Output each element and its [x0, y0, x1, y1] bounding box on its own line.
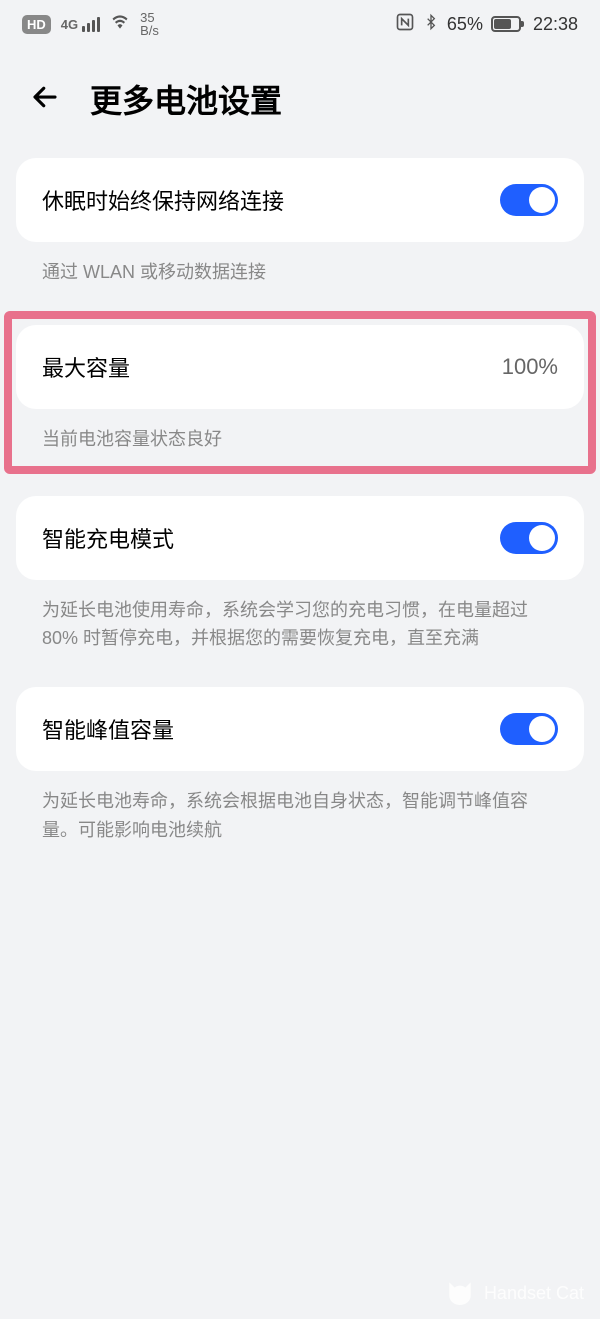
network-speed: 35 B/s: [140, 11, 159, 37]
cat-icon: [444, 1277, 476, 1309]
watermark: Handset Cat: [444, 1277, 584, 1309]
clock: 22:38: [533, 14, 578, 35]
status-right: 65% 22:38: [395, 12, 578, 37]
status-left: HD 4G 35 B/s: [22, 11, 159, 37]
wifi-icon: [110, 12, 130, 37]
smart-charge-row[interactable]: 智能充电模式: [16, 496, 584, 580]
smart-charge-label: 智能充电模式: [42, 522, 174, 554]
max-capacity-label: 最大容量: [42, 351, 130, 383]
battery-percentage: 65%: [447, 14, 483, 35]
max-capacity-row[interactable]: 最大容量 100%: [16, 325, 584, 409]
status-bar: HD 4G 35 B/s 65% 22:38: [0, 0, 600, 48]
sleep-network-desc: 通过 WLAN 或移动数据连接: [16, 242, 584, 311]
watermark-text: Handset Cat: [484, 1283, 584, 1304]
smart-peak-row[interactable]: 智能峰值容量: [16, 687, 584, 771]
sleep-network-toggle[interactable]: [500, 184, 558, 216]
hd-badge: HD: [22, 15, 51, 34]
smart-peak-label: 智能峰值容量: [42, 713, 174, 745]
smart-charge-toggle[interactable]: [500, 522, 558, 554]
page-title: 更多电池设置: [90, 76, 282, 122]
sleep-network-row[interactable]: 休眠时始终保持网络连接: [16, 158, 584, 242]
signal-icon: 4G: [61, 17, 100, 32]
max-capacity-desc: 当前电池容量状态良好: [16, 409, 584, 462]
max-capacity-value: 100%: [502, 354, 558, 380]
smart-charge-desc: 为延长电池使用寿命，系统会学习您的充电习惯，在电量超过 80% 时暂停充电，并根…: [16, 580, 584, 678]
smart-peak-desc: 为延长电池寿命，系统会根据电池自身状态，智能调节峰值容量。可能影响电池续航: [16, 771, 584, 869]
nfc-icon: [395, 12, 415, 37]
battery-icon: [491, 16, 521, 32]
bluetooth-icon: [423, 12, 439, 37]
content: 休眠时始终保持网络连接 通过 WLAN 或移动数据连接 最大容量 100% 当前…: [0, 142, 600, 885]
back-button[interactable]: [30, 82, 60, 117]
smart-peak-toggle[interactable]: [500, 713, 558, 745]
max-capacity-highlight: 最大容量 100% 当前电池容量状态良好: [4, 311, 596, 474]
header: 更多电池设置: [0, 48, 600, 142]
sleep-network-label: 休眠时始终保持网络连接: [42, 184, 284, 216]
